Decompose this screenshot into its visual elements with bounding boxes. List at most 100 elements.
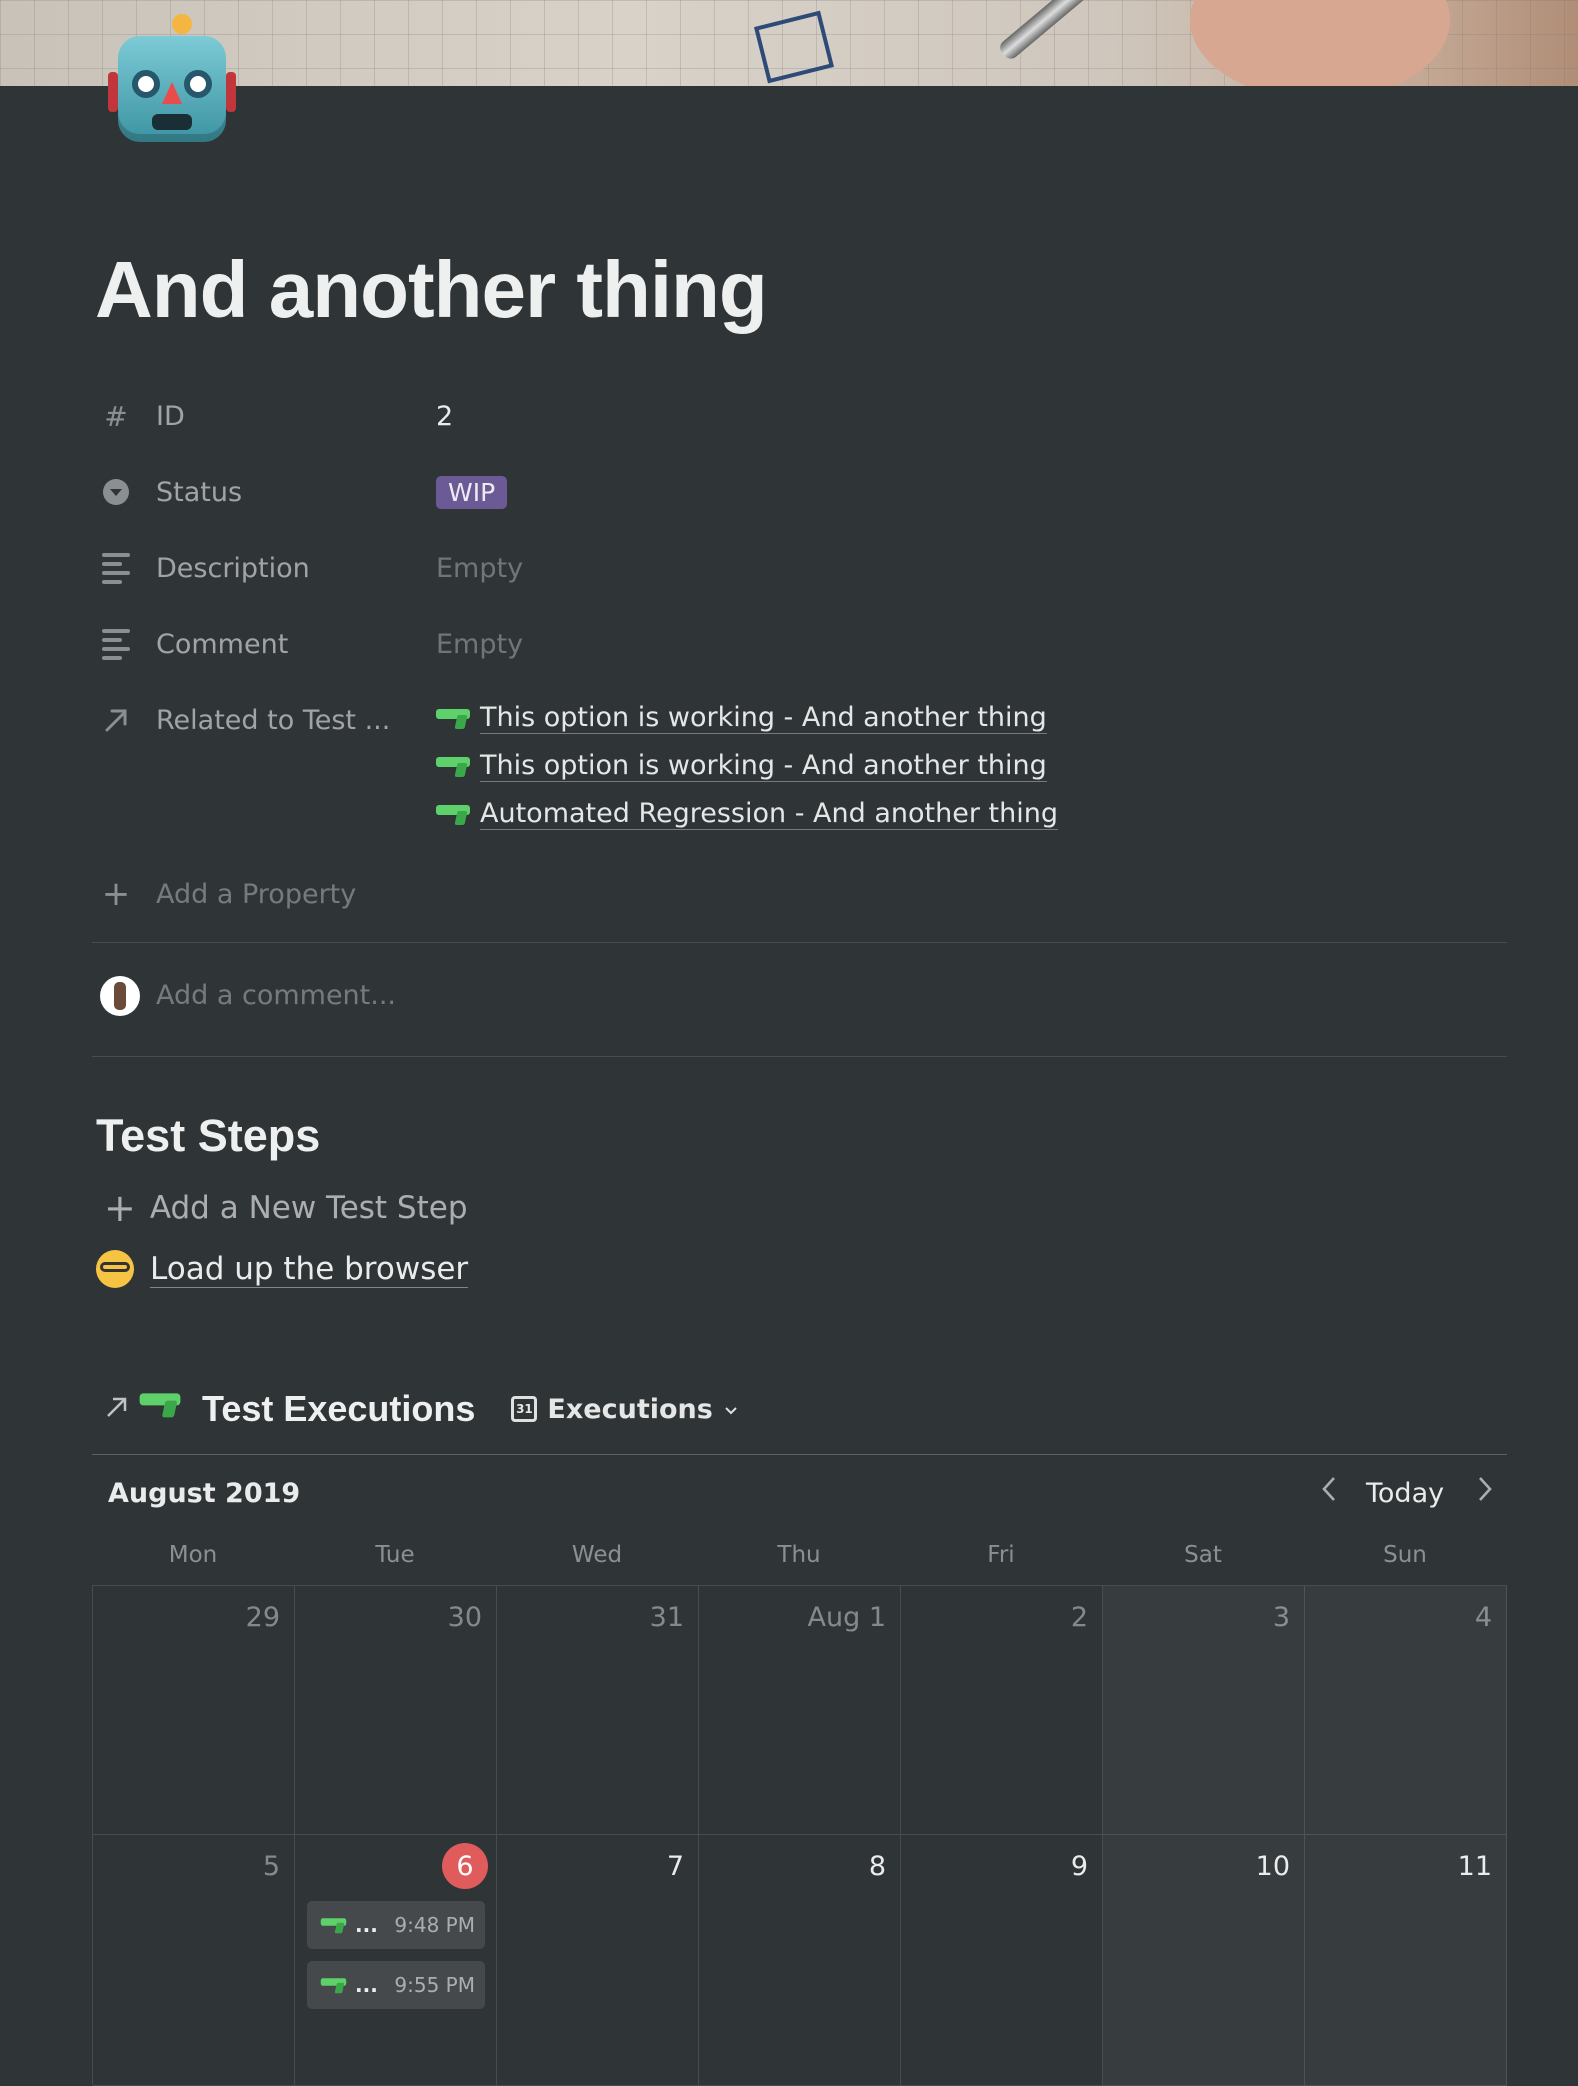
day-number: 7	[666, 1851, 684, 1882]
day-number: 2	[1070, 1602, 1088, 1633]
day-number: 8	[868, 1851, 886, 1882]
page-cover-image[interactable]	[0, 0, 1578, 86]
linked-database-header: Test Executions 31 Executions	[104, 1388, 739, 1430]
plus-icon: +	[101, 874, 131, 914]
view-name: Executions	[547, 1393, 713, 1425]
calendar-event[interactable]: ... 9:48 PM	[307, 1901, 485, 1949]
chevron-left-icon[interactable]	[1318, 1474, 1340, 1511]
event-title: ...	[355, 1913, 378, 1937]
event-time: 9:55 PM	[394, 1973, 475, 1997]
comment-input[interactable]: Add a comment...	[156, 980, 396, 1011]
status-icon	[100, 476, 132, 508]
calendar-day-cell[interactable]: Aug 1	[699, 1586, 901, 1835]
view-selector[interactable]: 31 Executions	[511, 1394, 738, 1425]
related-page-link[interactable]: Automated Regression - And another thing	[436, 798, 1058, 830]
related-page-link[interactable]: This option is working - And another thi…	[436, 702, 1047, 734]
page-title[interactable]: And another thing	[95, 244, 768, 336]
status-tag-wrap[interactable]: WIP	[436, 475, 508, 509]
robot-ear	[226, 72, 236, 112]
calendar-day-cell[interactable]: 7	[497, 1835, 699, 2086]
divider	[92, 1056, 1507, 1057]
calendar-day-cell[interactable]: 3	[1103, 1586, 1305, 1835]
linked-arrow-icon[interactable]	[104, 1394, 130, 1424]
robot-head	[118, 14, 226, 142]
property-value[interactable]: 2	[436, 401, 453, 432]
property-label: Status	[156, 476, 243, 508]
calendar-day-cell[interactable]: 11	[1305, 1835, 1507, 2086]
related-page-link[interactable]: This option is working - And another thi…	[436, 750, 1047, 782]
weekday-label: Thu	[777, 1542, 821, 1568]
related-page-title: This option is working - And another thi…	[480, 702, 1047, 734]
day-number: Aug 1	[807, 1602, 886, 1633]
day-number: 9	[1070, 1851, 1088, 1882]
event-title: ...	[355, 1973, 378, 1997]
robot-eye	[184, 70, 212, 98]
calendar-day-cell-today[interactable]: 6 ... 9:48 PM ... 9:55 PM	[295, 1835, 497, 2086]
text-lines-icon	[100, 628, 132, 660]
day-number: 30	[447, 1602, 482, 1633]
water-pistol-icon	[436, 755, 470, 777]
property-description[interactable]: Description Empty	[100, 546, 523, 590]
robot-mouth	[152, 114, 192, 130]
water-pistol-icon	[139, 1391, 193, 1427]
day-number: 29	[245, 1602, 280, 1633]
relation-arrow-icon	[100, 704, 132, 736]
calendar-day-cell[interactable]: 2	[901, 1586, 1103, 1835]
chevron-right-icon[interactable]	[1474, 1474, 1496, 1511]
day-number: 10	[1255, 1851, 1290, 1882]
weekday-label: Tue	[375, 1542, 415, 1568]
robot-eye	[132, 70, 160, 98]
event-time: 9:48 PM	[394, 1913, 475, 1937]
add-test-step-label: Add a New Test Step	[149, 1190, 468, 1226]
water-pistol-icon	[436, 707, 470, 729]
calendar-day-cell[interactable]: 29	[93, 1586, 295, 1835]
status-tag[interactable]: WIP	[436, 475, 508, 509]
property-related[interactable]: Related to Test ...	[100, 698, 390, 742]
day-number: 31	[649, 1602, 684, 1633]
calendar-day-cell[interactable]: 9	[901, 1835, 1103, 2086]
divider	[92, 1454, 1507, 1455]
divider	[92, 942, 1507, 943]
calendar-day-cell[interactable]: 30	[295, 1586, 497, 1835]
today-button[interactable]: Today	[1366, 1478, 1444, 1509]
calendar-event[interactable]: ... 9:55 PM	[307, 1961, 485, 2009]
calendar-day-cell[interactable]: 31	[497, 1586, 699, 1835]
robot-nose	[162, 82, 182, 104]
weekday-label: Sat	[1184, 1542, 1222, 1568]
calendar-grid: 29 30 31 Aug 1 2 3 4 5 6 ... 9:48 PM ...…	[92, 1585, 1507, 2086]
cover-hand	[1190, 0, 1450, 86]
calendar-day-cell[interactable]: 8	[699, 1835, 901, 2086]
weekday-label: Wed	[571, 1542, 623, 1568]
calendar-day-cell[interactable]: 5	[93, 1835, 295, 2086]
property-label: Related to Test ...	[156, 704, 391, 736]
test-step-link[interactable]: Load up the browser	[96, 1250, 469, 1288]
calendar-day-cell[interactable]: 4	[1305, 1586, 1507, 1835]
today-day-number: 6	[442, 1843, 488, 1889]
nerd-face-icon	[96, 1250, 134, 1288]
calendar-day-cell[interactable]: 10	[1103, 1835, 1305, 2086]
property-label: Comment	[156, 628, 289, 660]
add-property-button[interactable]: + Add a Property	[100, 872, 356, 916]
weekday-label: Mon	[168, 1542, 218, 1568]
text-lines-icon	[100, 552, 132, 584]
property-status[interactable]: Status WIP	[100, 470, 508, 514]
robot-page-icon[interactable]	[108, 14, 236, 148]
related-page-title: This option is working - And another thi…	[480, 750, 1047, 782]
property-comment[interactable]: Comment Empty	[100, 622, 523, 666]
weekday-label: Sun	[1383, 1542, 1427, 1568]
property-label: Description	[156, 552, 310, 584]
database-title[interactable]: Test Executions	[202, 1388, 475, 1430]
calendar-icon: 31	[511, 1396, 538, 1422]
hash-icon: #	[104, 399, 128, 433]
water-pistol-icon	[436, 803, 470, 825]
test-step-title: Load up the browser	[150, 1250, 469, 1288]
property-label: ID	[156, 400, 185, 432]
avatar	[100, 976, 140, 1016]
property-value[interactable]: Empty	[436, 553, 523, 584]
property-value[interactable]: Empty	[436, 629, 523, 660]
add-test-step-button[interactable]: + Add a New Test Step	[104, 1186, 468, 1230]
property-id[interactable]: # ID 2	[100, 394, 453, 438]
related-page-title: Automated Regression - And another thing	[480, 798, 1058, 830]
day-number: 11	[1457, 1851, 1492, 1882]
robot-ear	[108, 72, 118, 112]
